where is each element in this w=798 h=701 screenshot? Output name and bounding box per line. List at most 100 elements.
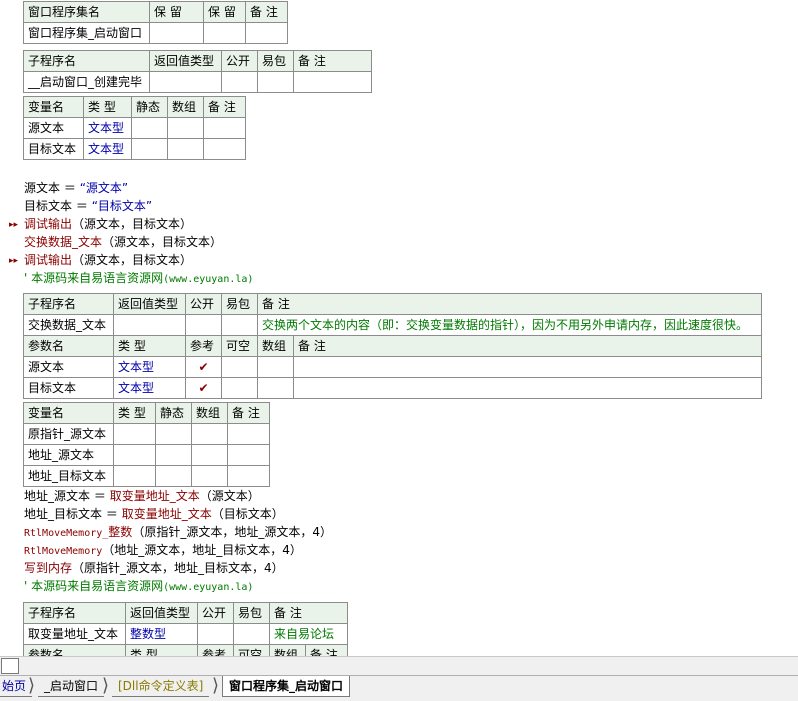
cell[interactable]	[292, 377, 763, 399]
subroutine-remark[interactable]: 来自易论坛	[268, 623, 349, 645]
cell[interactable]	[293, 71, 372, 93]
cell[interactable]	[257, 377, 294, 399]
cell[interactable]	[221, 71, 258, 93]
code-line[interactable]: 地址_源文本 ＝ 取变量地址_文本（源文本）	[24, 487, 260, 505]
subroutine-remark[interactable]: 交换两个文本的内容（即：交换变量数据的指针），因为不用另外申请内存，因此速度很快…	[256, 314, 763, 336]
cell[interactable]	[203, 138, 246, 160]
cell[interactable]	[197, 623, 234, 645]
variable-name[interactable]: 目标文本	[23, 138, 84, 160]
cell[interactable]	[149, 22, 204, 44]
header-cell: 返回值类型	[113, 293, 186, 315]
comment-url: (www.eyuyan.la)	[163, 274, 254, 285]
cell[interactable]	[227, 444, 270, 466]
code-line[interactable]: 调试输出（源文本，目标文本）	[24, 215, 192, 233]
cell[interactable]	[113, 444, 156, 466]
header-cell: 备 注	[245, 1, 288, 23]
code-line[interactable]: RtlMoveMemory（地址_源文本，地址_目标文本，4）	[24, 541, 302, 559]
code-editor[interactable]: 窗口程序集名 保 留 保 留 备 注 窗口程序集_启动窗口 子程序名 返回值类型…	[0, 0, 798, 656]
cell[interactable]	[257, 356, 294, 378]
tab-separator: ⟩	[212, 675, 220, 696]
checkmark-icon[interactable]: ✔	[185, 356, 222, 378]
cell[interactable]	[221, 314, 258, 336]
code-args: （原指针_源文本，地址_源文本，4）	[132, 525, 332, 539]
cell[interactable]	[191, 423, 228, 445]
scroll-thumb[interactable]	[1, 658, 19, 674]
code-identifier: 目标文本	[24, 199, 73, 213]
cell[interactable]	[113, 423, 156, 445]
cell[interactable]	[227, 423, 270, 445]
cell[interactable]	[149, 71, 222, 93]
cell[interactable]	[113, 314, 186, 336]
program-set-name[interactable]: 窗口程序集_启动窗口	[23, 22, 150, 44]
code-line[interactable]: 写到内存（原指针_源文本，地址_目标文本，4）	[24, 559, 284, 577]
table-row: 目标文本 文本型 ✔	[23, 377, 763, 399]
code-args: （源文本，目标文本）	[72, 217, 193, 231]
cell[interactable]	[191, 444, 228, 466]
cell[interactable]	[221, 356, 258, 378]
cell[interactable]	[257, 71, 294, 93]
cell[interactable]	[227, 465, 270, 487]
code-operator: ＝	[93, 489, 106, 503]
variable-name[interactable]: 地址_目标文本	[23, 465, 114, 487]
code-line[interactable]: RtlMoveMemory_整数（原指针_源文本，地址_源文本，4）	[24, 523, 332, 541]
subroutine-table: 子程序名 返回值类型 公开 易包 备 注 交换数据_文本 交换两个文本的内容（即…	[23, 293, 763, 399]
param-name[interactable]: 源文本	[23, 356, 114, 378]
comment-line[interactable]: ' 本源码来自易语言资源网(www.eyuyan.la)	[24, 577, 253, 595]
header-cell: 数组	[167, 96, 204, 118]
breakpoint-arrow-icon[interactable]: ▸▸	[9, 256, 21, 266]
comment-line[interactable]: ' 本源码来自易语言资源网(www.eyuyan.la)	[24, 269, 253, 287]
cell[interactable]	[155, 465, 192, 487]
code-operator: ＝	[63, 181, 76, 195]
code-line[interactable]: 地址_目标文本 ＝ 取变量地址_文本（目标文本）	[24, 505, 284, 523]
cell[interactable]	[167, 117, 204, 139]
code-line[interactable]: 源文本 ＝ “源文本”	[24, 179, 128, 197]
tab-dll-commands[interactable]: [Dll命令定义表]	[112, 676, 210, 697]
subroutine-table: 子程序名 返回值类型 公开 易包 备 注 __启动窗口_创建完毕	[23, 50, 372, 93]
header-cell: 参考	[185, 335, 222, 357]
horizontal-scrollbar[interactable]	[0, 656, 798, 675]
table-row: 地址_源文本	[23, 444, 270, 466]
return-type[interactable]: 整数型	[125, 623, 198, 645]
tab-bar: 始页 ⟩ _启动窗口 ⟩ [Dll命令定义表] ⟩ 窗口程序集_启动窗口	[0, 675, 798, 701]
subroutine-name[interactable]: 取变量地址_文本	[23, 623, 126, 645]
checkmark-icon[interactable]: ✔	[185, 377, 222, 399]
cell[interactable]	[131, 117, 168, 139]
cell[interactable]	[203, 22, 246, 44]
code-line[interactable]: 目标文本 ＝ “目标文本”	[24, 197, 152, 215]
header-cell: 可空	[233, 644, 270, 656]
param-name[interactable]: 目标文本	[23, 377, 114, 399]
code-line[interactable]: 调试输出（源文本，目标文本）	[24, 251, 192, 269]
variable-name[interactable]: 原指针_源文本	[23, 423, 114, 445]
header-cell: 备 注	[203, 96, 246, 118]
param-type[interactable]: 文本型	[113, 377, 186, 399]
subroutine-name[interactable]: __启动窗口_创建完毕	[23, 71, 150, 93]
cell[interactable]	[155, 444, 192, 466]
tab-startup-window[interactable]: _启动窗口	[38, 676, 105, 697]
cell[interactable]	[131, 138, 168, 160]
param-type[interactable]: 文本型	[113, 356, 186, 378]
tab-program-set[interactable]: 窗口程序集_启动窗口	[222, 676, 351, 697]
header-cell: 静态	[131, 96, 168, 118]
header-cell: 备 注	[227, 402, 270, 424]
cell[interactable]	[191, 465, 228, 487]
code-args: （源文本）	[199, 489, 260, 503]
subroutine-name[interactable]: 交换数据_文本	[23, 314, 114, 336]
cell[interactable]	[245, 22, 288, 44]
cell[interactable]	[167, 138, 204, 160]
variable-type[interactable]: 文本型	[83, 117, 132, 139]
cell[interactable]	[155, 423, 192, 445]
breakpoint-arrow-icon[interactable]: ▸▸	[9, 220, 21, 230]
comment-url: (www.eyuyan.la)	[163, 582, 254, 593]
code-args: （源文本，目标文本）	[102, 235, 223, 249]
cell[interactable]	[233, 623, 270, 645]
variable-type[interactable]: 文本型	[83, 138, 132, 160]
cell[interactable]	[221, 377, 258, 399]
cell[interactable]	[292, 356, 763, 378]
header-cell: 变量名	[23, 96, 84, 118]
variable-name[interactable]: 源文本	[23, 117, 84, 139]
code-line[interactable]: 交换数据_文本（源文本，目标文本）	[24, 233, 222, 251]
cell[interactable]	[185, 314, 222, 336]
variable-name[interactable]: 地址_源文本	[23, 444, 114, 466]
cell[interactable]	[113, 465, 156, 487]
cell[interactable]	[203, 117, 246, 139]
